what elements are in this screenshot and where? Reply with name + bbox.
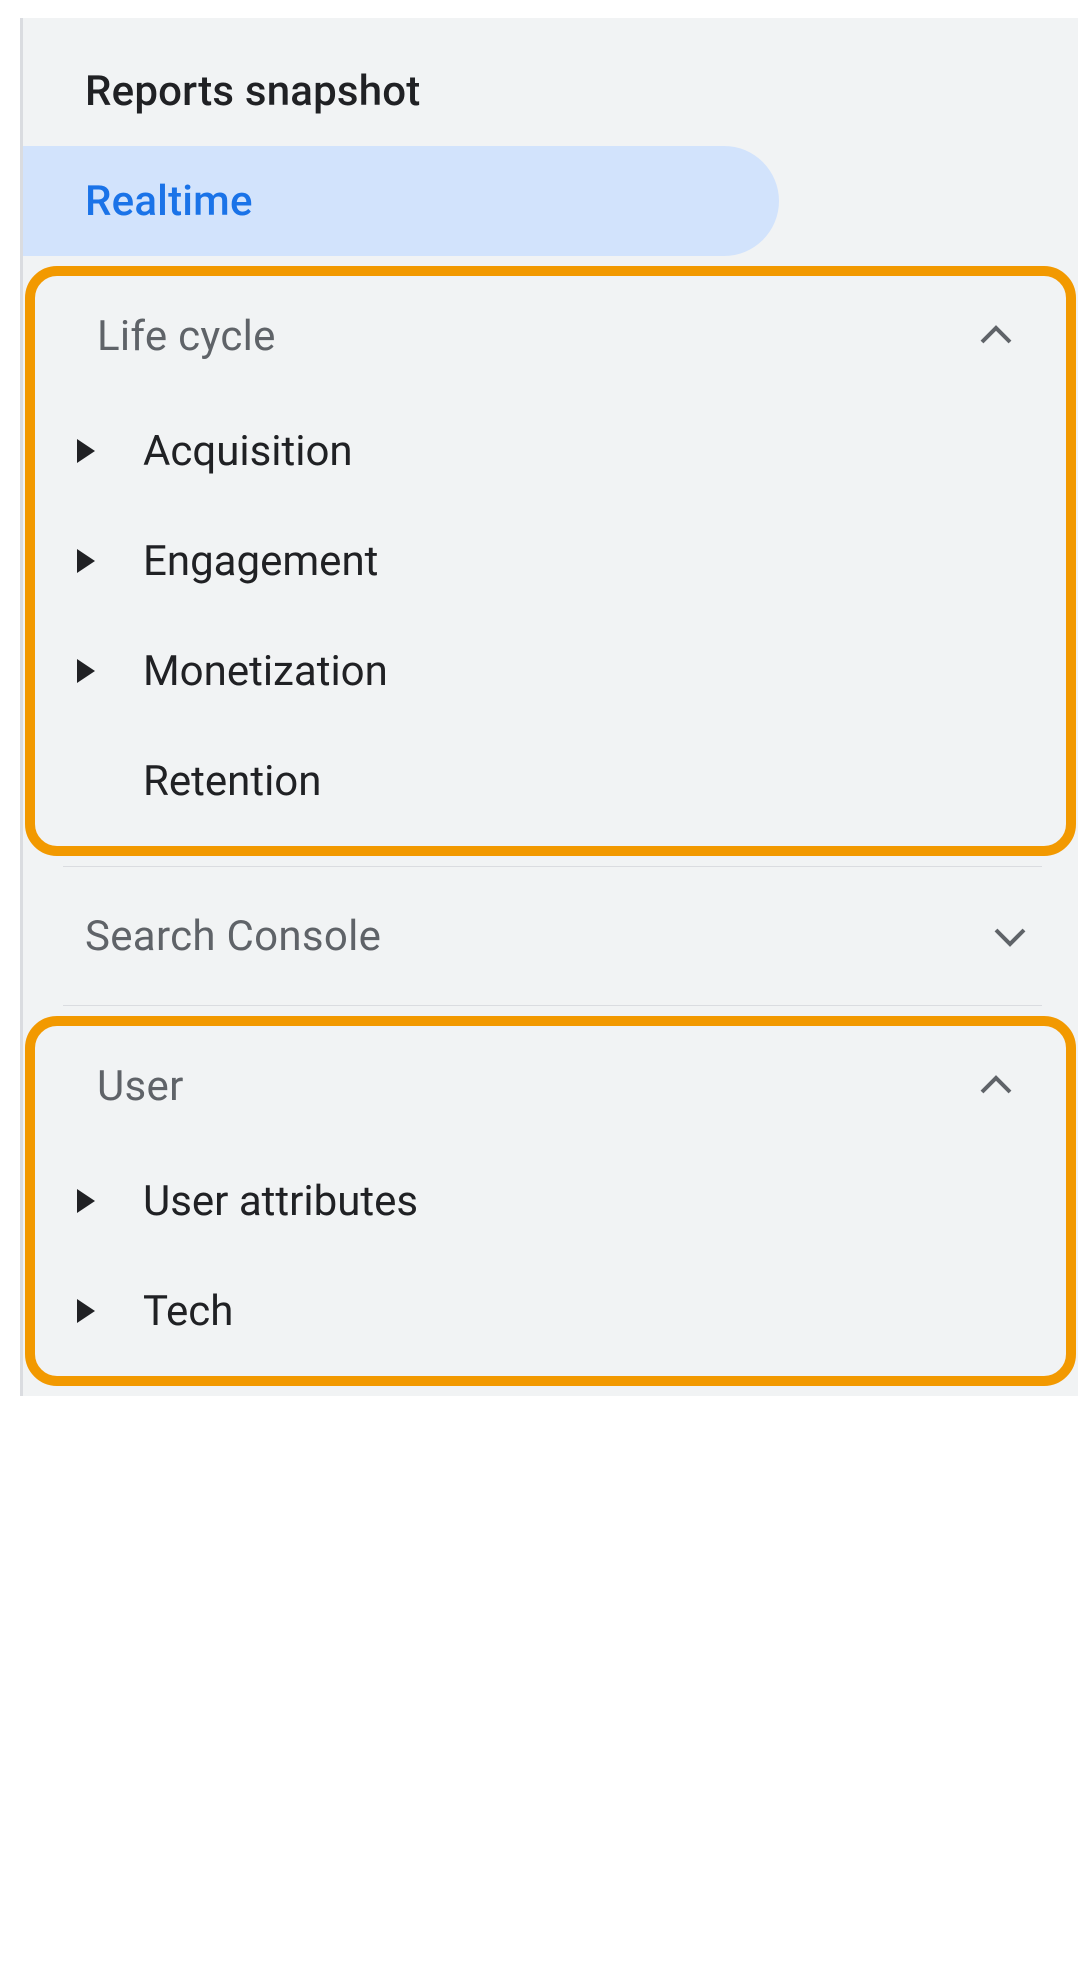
section-search-console[interactable]: Search Console — [63, 866, 1042, 1006]
section-label: Search Console — [85, 912, 381, 961]
highlight-life-cycle: Life cycle Acquisition Engagement Moneti… — [25, 266, 1076, 856]
sidebar-item-engagement[interactable]: Engagement — [35, 506, 1066, 616]
sidebar-item-monetization[interactable]: Monetization — [35, 616, 1066, 726]
sub-item-label: Engagement — [143, 537, 378, 586]
sidebar-item-user-attributes[interactable]: User attributes — [35, 1146, 1066, 1256]
sub-item-label: Acquisition — [143, 427, 353, 476]
sub-item-label: User attributes — [143, 1177, 418, 1226]
expand-right-icon — [77, 439, 95, 463]
nav-label: Reports snapshot — [85, 67, 421, 116]
sub-item-label: Monetization — [143, 647, 388, 696]
expand-right-icon — [77, 1299, 95, 1323]
spacer — [77, 769, 95, 793]
sub-item-label: Tech — [143, 1287, 233, 1336]
section-label: Life cycle — [97, 312, 276, 361]
sidebar-item-acquisition[interactable]: Acquisition — [35, 396, 1066, 506]
section-label: User — [97, 1062, 184, 1111]
section-life-cycle[interactable]: Life cycle — [35, 276, 1066, 396]
expand-right-icon — [77, 549, 95, 573]
highlight-user: User User attributes Tech — [25, 1016, 1076, 1386]
nav-label: Realtime — [85, 177, 253, 226]
sub-item-label: Retention — [143, 757, 321, 806]
chevron-up-icon — [976, 1066, 1016, 1106]
nav-reports-snapshot[interactable]: Reports snapshot — [23, 36, 1078, 146]
section-user[interactable]: User — [35, 1026, 1066, 1146]
chevron-down-icon — [990, 916, 1030, 956]
sidebar-item-retention[interactable]: Retention — [35, 726, 1066, 836]
expand-right-icon — [77, 659, 95, 683]
sidebar-item-tech[interactable]: Tech — [35, 1256, 1066, 1366]
chevron-up-icon — [976, 316, 1016, 356]
nav-realtime[interactable]: Realtime — [23, 146, 779, 256]
expand-right-icon — [77, 1189, 95, 1213]
reports-sidebar: Reports snapshot Realtime Life cycle Acq… — [20, 18, 1078, 1396]
